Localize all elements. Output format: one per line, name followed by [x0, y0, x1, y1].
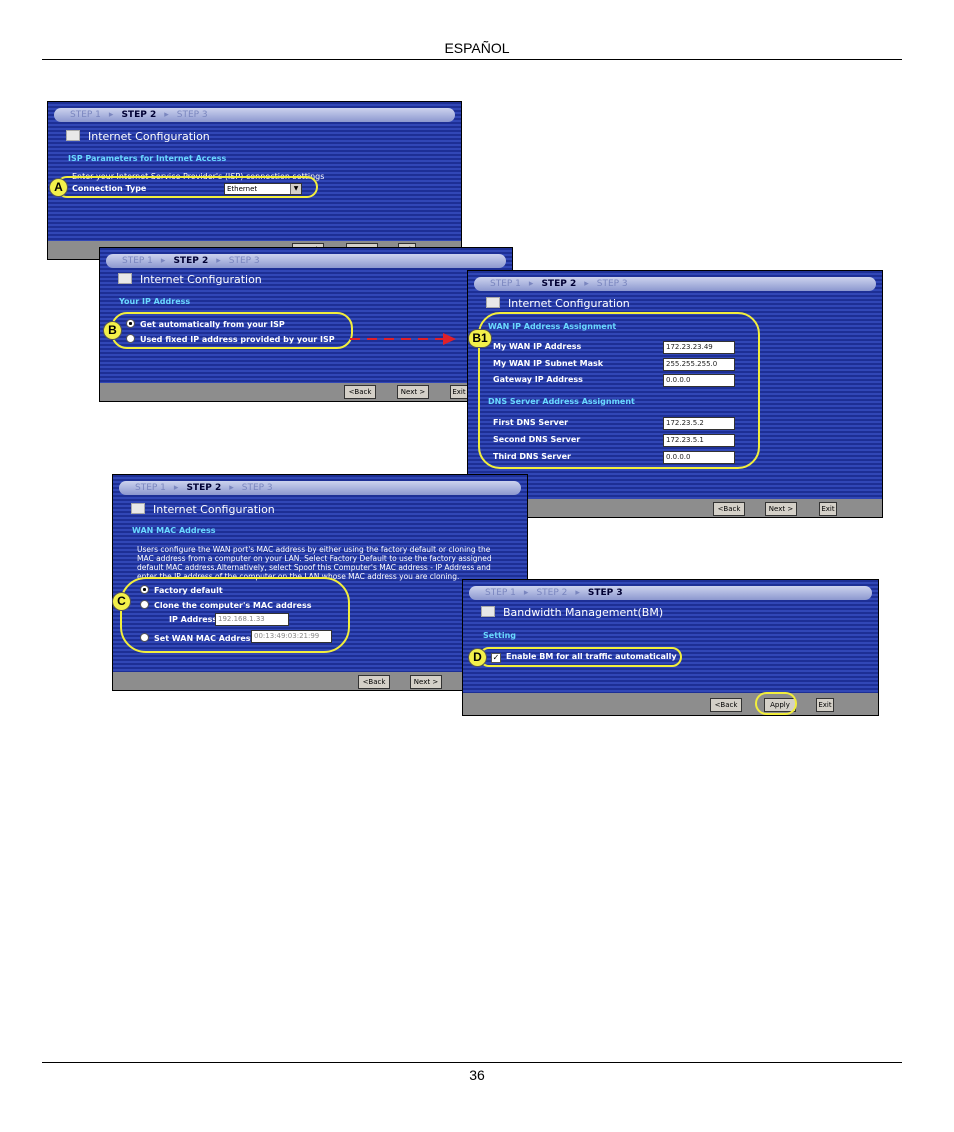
exit-button[interactable]: Exit: [816, 698, 834, 712]
step-bar: STEP 1 ▸ STEP 2 ▸ STEP 3: [106, 254, 506, 268]
back-button[interactable]: <Back: [713, 502, 745, 516]
callout-badge-a: A: [49, 178, 68, 197]
description-line: Users configure the WAN port's MAC addre…: [137, 545, 491, 554]
step-1-label[interactable]: STEP 1: [490, 279, 521, 289]
window-title: Internet Configuration: [131, 503, 275, 516]
exit-button[interactable]: Exit: [819, 502, 837, 516]
step-1-label[interactable]: STEP 1: [122, 256, 153, 266]
window-title: Internet Configuration: [486, 297, 630, 310]
button-bar: <Back Next > Exit: [100, 383, 512, 401]
footer-rule: [42, 1062, 902, 1063]
folder-icon: [66, 130, 80, 141]
section-heading: WAN MAC Address: [132, 526, 216, 535]
step-1-label[interactable]: STEP 1: [70, 110, 101, 120]
folder-icon: [118, 273, 132, 284]
step-3-label[interactable]: STEP 3: [588, 588, 623, 598]
folder-icon: [481, 606, 495, 617]
step-2-label[interactable]: STEP 2: [173, 256, 208, 266]
step-2-label[interactable]: STEP 2: [541, 279, 576, 289]
callout-badge-c: C: [112, 592, 131, 611]
description-line: default MAC address.Alternatively, selec…: [137, 563, 491, 572]
callout-b1-highlight: [478, 312, 760, 469]
callout-badge-b: B: [103, 321, 122, 340]
page-header-language: ESPAÑOL: [444, 40, 510, 56]
step-2-label[interactable]: STEP 2: [186, 483, 221, 493]
step-bar: STEP 1 ▸ STEP 2 ▸ STEP 3: [469, 586, 872, 600]
window-title: Internet Configuration: [118, 273, 262, 286]
callout-badge-d: D: [468, 648, 487, 667]
next-button[interactable]: Next >: [410, 675, 442, 689]
callout-a-highlight: [56, 176, 318, 198]
header-rule: [42, 59, 902, 60]
page-number: 36: [469, 1067, 485, 1083]
section-heading: Setting: [483, 631, 516, 640]
back-button[interactable]: <Back: [358, 675, 390, 689]
next-button[interactable]: Next >: [765, 502, 797, 516]
arrow-icon: [350, 333, 456, 345]
description-line: MAC address from a computer on your LAN.…: [137, 554, 492, 563]
step-bar: STEP 1 ▸ STEP 2 ▸ STEP 3: [54, 108, 455, 122]
step-2-label[interactable]: STEP 2: [121, 110, 156, 120]
step-2-label[interactable]: STEP 2: [536, 588, 567, 598]
step-1-label[interactable]: STEP 1: [485, 588, 516, 598]
step-3-label[interactable]: STEP 3: [597, 279, 628, 289]
step-bar: STEP 1 ▸ STEP 2 ▸ STEP 3: [474, 277, 876, 291]
section-heading: ISP Parameters for Internet Access: [68, 154, 227, 163]
button-bar: <Back Next > Exit: [468, 499, 882, 517]
callout-d-highlight: [479, 647, 682, 667]
window-title: Internet Configuration: [66, 130, 210, 143]
exit-button[interactable]: Exit: [450, 385, 468, 399]
step-3-label[interactable]: STEP 3: [229, 256, 260, 266]
step-1-label[interactable]: STEP 1: [135, 483, 166, 493]
callout-c-highlight: [120, 577, 350, 653]
back-button[interactable]: <Back: [710, 698, 742, 712]
callout-apply-highlight: [755, 692, 797, 715]
folder-icon: [131, 503, 145, 514]
next-button[interactable]: Next >: [397, 385, 429, 399]
window-title: Bandwidth Management(BM): [481, 606, 663, 619]
callout-b-highlight: [111, 312, 353, 349]
back-button[interactable]: <Back: [344, 385, 376, 399]
section-heading: Your IP Address: [119, 297, 191, 306]
callout-badge-b1: B1: [468, 329, 492, 348]
folder-icon: [486, 297, 500, 308]
step-bar: STEP 1 ▸ STEP 2 ▸ STEP 3: [119, 481, 521, 495]
step-3-label[interactable]: STEP 3: [242, 483, 273, 493]
button-bar: <Back Apply Exit: [463, 693, 878, 715]
step-3-label[interactable]: STEP 3: [177, 110, 208, 120]
